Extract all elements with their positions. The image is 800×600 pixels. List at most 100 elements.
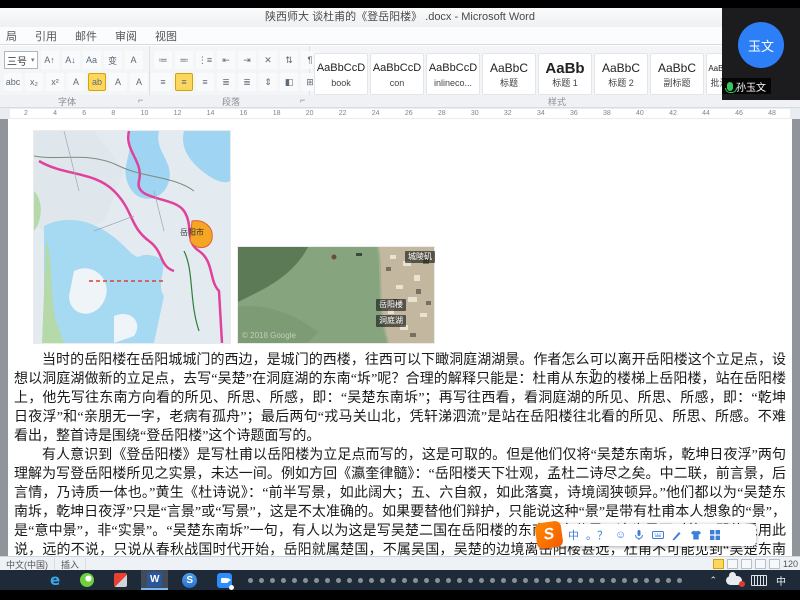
screen: 陕西师大 谈杜甫的《登岳阳楼》 .docx - Microsoft Word 局…: [0, 0, 800, 600]
language-indicator[interactable]: 中文(中国): [0, 558, 55, 571]
character-shading-icon[interactable]: A: [130, 73, 148, 91]
taskbar-word-button[interactable]: W: [141, 570, 168, 590]
shrink-font-icon[interactable]: A↓: [62, 51, 80, 69]
ruler-number: 14: [207, 110, 215, 117]
map-image[interactable]: 岳阳市: [34, 131, 230, 343]
numbering-icon[interactable]: ≕: [175, 51, 193, 69]
text-effects-icon[interactable]: A: [67, 73, 85, 91]
handwriting-icon[interactable]: [671, 529, 683, 541]
voice-input-icon[interactable]: [633, 529, 645, 541]
sogou-logo-icon[interactable]: S: [534, 520, 563, 549]
tray-keyboard-icon[interactable]: [751, 575, 767, 586]
ribbon-tab[interactable]: 视图: [153, 28, 179, 44]
view-web-layout-button[interactable]: [741, 559, 752, 569]
font-dialog-launcher[interactable]: ⌐: [138, 95, 143, 105]
sort-icon[interactable]: ⇅: [280, 51, 298, 69]
ime-mode-toggle[interactable]: 中: [568, 527, 579, 543]
line-spacing-icon[interactable]: ⇕: [259, 73, 277, 91]
justify-icon[interactable]: ≣: [217, 73, 235, 91]
document-page[interactable]: 岳阳市: [8, 119, 792, 556]
participant-name: 孙玉文: [736, 79, 766, 94]
insert-mode-indicator[interactable]: 插入: [55, 558, 86, 571]
book[interactable]: AaBbCcD book: [314, 53, 368, 95]
view-draft-button[interactable]: [769, 559, 780, 569]
taskbar-app-button[interactable]: [108, 570, 133, 590]
character-border-icon[interactable]: A: [125, 51, 143, 69]
align-left-icon[interactable]: ≡: [154, 73, 172, 91]
bullets-icon[interactable]: ≔: [154, 51, 172, 69]
paragraph-dialog-launcher[interactable]: ⌐: [300, 95, 305, 105]
toolbox-icon[interactable]: [709, 529, 721, 541]
taskbar-meeting-button[interactable]: [211, 570, 238, 590]
ribbon-tab[interactable]: 引用: [33, 28, 59, 44]
font-color-icon[interactable]: A: [109, 73, 127, 91]
letterbox-bottom: [0, 590, 800, 600]
taskbar-dot: [281, 578, 286, 583]
emoji-icon[interactable]: ☺: [615, 529, 626, 541]
taskbar-dot: [369, 578, 374, 583]
satellite-image[interactable]: 城陵矶 岳阳楼 洞庭湖 © 2018 Google: [238, 247, 434, 343]
align-right-icon[interactable]: ≡: [196, 73, 214, 91]
taskbar-dot: [666, 578, 671, 583]
taskbar-edge-button[interactable]: e: [44, 570, 66, 590]
strikethrough-icon[interactable]: abc: [4, 73, 22, 91]
title-bar[interactable]: 陕西师大 谈杜甫的《登岳阳楼》 .docx - Microsoft Word: [0, 8, 800, 27]
multilevel-list-icon[interactable]: ⋮≡: [196, 51, 214, 69]
taskbar-dot: [402, 578, 407, 583]
ime-toolbar[interactable]: S 中 。？ ☺: [538, 524, 756, 546]
skin-icon[interactable]: [690, 529, 702, 541]
taskbar-360-browser-button[interactable]: [74, 570, 100, 590]
zoom-level[interactable]: 120: [783, 559, 798, 569]
phonetic-guide-icon[interactable]: 变: [104, 51, 122, 69]
asian-layout-icon[interactable]: ✕: [259, 51, 277, 69]
paragraph-1[interactable]: 当时的岳阳楼在岳阳城城门的西边，是城门的西楼，往西可以下瞰洞庭湖湖景。作者怎么可…: [14, 351, 786, 446]
grow-font-icon[interactable]: A↑: [41, 51, 59, 69]
superscript-icon[interactable]: x²: [46, 73, 64, 91]
align-center-icon[interactable]: ≡: [175, 73, 193, 91]
标题 1[interactable]: AaBb 标题 1: [538, 53, 592, 95]
tray-cloud-icon[interactable]: [726, 576, 742, 585]
con[interactable]: AaBbCcD con: [370, 53, 424, 95]
decrease-indent-icon[interactable]: ⇤: [217, 51, 235, 69]
text-cursor: [593, 369, 594, 382]
document-area: 岳阳市: [0, 119, 800, 556]
标题 2[interactable]: AaBbC 标题 2: [594, 53, 648, 95]
ribbon-tab[interactable]: 邮件: [73, 28, 99, 44]
inlineco...[interactable]: AaBbCcD inlineco...: [426, 53, 480, 95]
increase-indent-icon[interactable]: ⇥: [238, 51, 256, 69]
change-case-icon[interactable]: Aa: [83, 51, 101, 69]
taskbar-dot: [523, 578, 528, 583]
taskbar-dot: [391, 578, 396, 583]
avatar-text: 玉文: [748, 36, 774, 55]
view-print-layout-button[interactable]: [713, 559, 724, 569]
taskbar-sogou-button[interactable]: S: [176, 570, 203, 590]
标题[interactable]: AaBbC 标题: [482, 53, 536, 95]
red-app-icon: [114, 573, 127, 587]
tray-ime-indicator[interactable]: 中: [776, 573, 786, 588]
meeting-video-tile[interactable]: 玉文 孙玉文: [722, 8, 800, 100]
font-group-label: 字体: [58, 95, 76, 108]
distribute-icon[interactable]: ≣: [238, 73, 256, 91]
subscript-icon[interactable]: x₂: [25, 73, 43, 91]
ime-punctuation-toggle[interactable]: 。？: [586, 527, 608, 543]
taskbar-dot: [589, 578, 594, 583]
word-window: 陕西师大 谈杜甫的《登岳阳楼》 .docx - Microsoft Word 局…: [0, 8, 800, 570]
taskbar-dot: [479, 578, 484, 583]
副标题[interactable]: AaBbC 副标题: [650, 53, 704, 95]
taskbar-dot: [413, 578, 418, 583]
highlight-color-icon[interactable]: ab: [88, 73, 106, 91]
ribbon-tab[interactable]: 审阅: [113, 28, 139, 44]
tray-expand-icon[interactable]: ⌃: [709, 575, 717, 586]
font-size-combo[interactable]: 三号 ▾: [4, 51, 38, 69]
satellite-watermark: © 2018 Google: [242, 331, 296, 340]
ribbon-tab[interactable]: 局: [4, 28, 19, 44]
ruler-number: 18: [273, 110, 281, 117]
view-fullscreen-button[interactable]: [727, 559, 738, 569]
taskbar-dot: [534, 578, 539, 583]
taskbar-dot: [358, 578, 363, 583]
taskbar-dot: [490, 578, 495, 583]
view-outline-button[interactable]: [755, 559, 766, 569]
satellite-label-lake: 洞庭湖: [376, 315, 406, 327]
soft-keyboard-icon[interactable]: [652, 529, 664, 541]
shading-icon[interactable]: ◧: [280, 73, 298, 91]
